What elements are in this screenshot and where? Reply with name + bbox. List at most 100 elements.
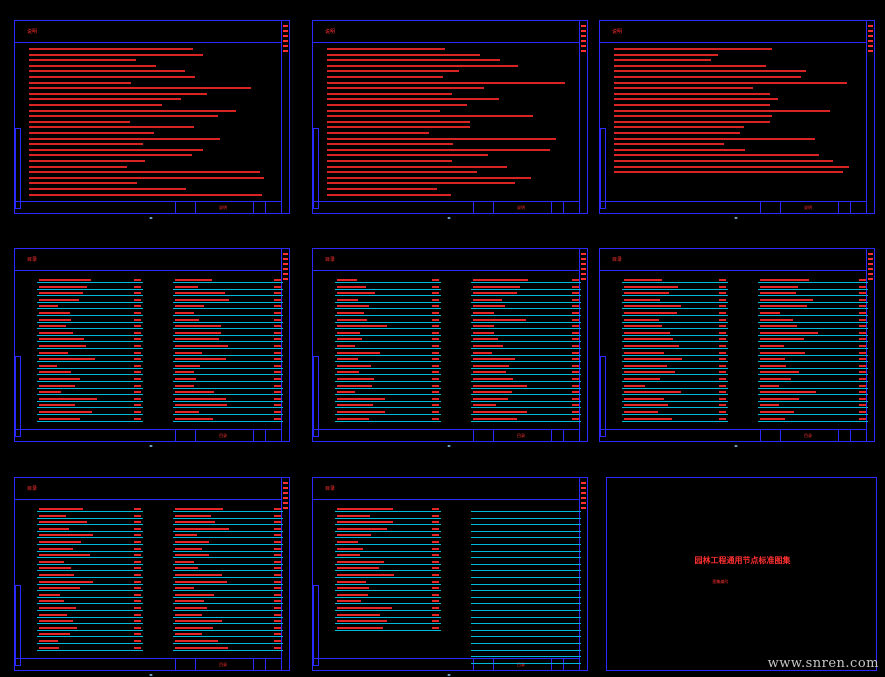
- table-row-rule: [622, 420, 728, 422]
- binding-strip: [313, 584, 319, 667]
- table-row-rule: [173, 544, 283, 545]
- table-row-rule: [173, 354, 283, 356]
- drawing-sheet[interactable]: 目录 目录: [312, 248, 588, 442]
- table-row-rule: [335, 282, 441, 283]
- text-line: [614, 87, 753, 90]
- drawing-sheet[interactable]: 目录 目录: [14, 477, 290, 671]
- sidebar-text: [868, 50, 873, 52]
- table-row-rule: [758, 354, 868, 356]
- table-row-rule: [335, 563, 441, 565]
- drawing-sheet[interactable]: 目录 目录: [14, 248, 290, 442]
- table-row-title: [337, 580, 367, 583]
- table-row-page: [719, 404, 726, 407]
- table-row-title: [175, 534, 198, 537]
- table-row-page: [274, 312, 281, 314]
- table-row-rule: [622, 315, 728, 316]
- drawing-sheet[interactable]: 目录 目录: [312, 477, 588, 671]
- text-line: [327, 53, 480, 56]
- table-row-rule: [471, 643, 581, 644]
- table-row-rule: [335, 511, 441, 512]
- table-row-page: [432, 325, 439, 328]
- table-row-title: [337, 587, 370, 590]
- text-line: [327, 132, 429, 134]
- table-row-page: [134, 411, 141, 413]
- table-row-rule: [173, 282, 283, 283]
- table-row-page: [572, 378, 579, 380]
- table-row-rule: [335, 334, 441, 336]
- table-row-page: [134, 593, 141, 596]
- table-row-rule: [335, 315, 441, 316]
- table-row-page: [134, 580, 141, 583]
- table-row-title: [39, 626, 78, 629]
- table-row-page: [432, 567, 439, 570]
- sidebar-text: [868, 40, 873, 42]
- footer-cell: [473, 430, 474, 441]
- table-row-page: [274, 633, 281, 636]
- text-line: [29, 98, 181, 101]
- table-row-page: [134, 292, 141, 295]
- text-line: [327, 48, 446, 50]
- table-row-rule: [335, 414, 441, 415]
- table-row-rule: [37, 649, 143, 651]
- table-row-page: [432, 411, 439, 413]
- table-row-page: [134, 541, 141, 543]
- drawing-sheet[interactable]: 目录 目录: [599, 248, 875, 442]
- drawing-sheet[interactable]: 说明 说明: [14, 20, 290, 214]
- table-row-title: [39, 633, 71, 636]
- text-line: [614, 70, 807, 73]
- footer-cell: [253, 202, 254, 213]
- text-line: [614, 115, 772, 118]
- table-row-page: [432, 626, 439, 629]
- table-row-rule: [471, 530, 581, 532]
- table-row-title: [175, 593, 215, 596]
- table-row-title: [624, 404, 669, 407]
- table-row-page: [274, 285, 281, 288]
- table-row-rule: [758, 414, 868, 415]
- table-row-title: [473, 345, 504, 347]
- table-row-rule: [622, 295, 728, 297]
- table-row-rule: [471, 400, 581, 402]
- table-row-rule: [622, 354, 728, 356]
- table-row-rule: [173, 643, 283, 644]
- table-row-rule: [173, 610, 283, 611]
- table-row-page: [432, 331, 439, 334]
- table-row-title: [175, 298, 229, 301]
- table-row-title: [175, 620, 223, 623]
- table-row-page: [134, 633, 141, 636]
- table-row-page: [719, 325, 726, 328]
- table-row-title: [337, 626, 384, 629]
- text-line: [29, 154, 193, 157]
- table-row-page: [572, 397, 579, 400]
- drawing-sheet[interactable]: 园林工程通用节点标准图集 图集编号: [606, 477, 877, 671]
- text-line: [29, 115, 218, 118]
- table-row-title: [175, 417, 213, 420]
- footer-cell: [175, 659, 176, 670]
- table-row-rule: [37, 524, 143, 526]
- table-row-page: [859, 404, 866, 407]
- table-row-rule: [37, 282, 143, 283]
- text-line: [29, 76, 195, 78]
- table-row-rule: [471, 367, 581, 369]
- table-row-title: [337, 567, 379, 570]
- drawing-sheet[interactable]: 说明 说明: [312, 20, 588, 214]
- cad-drawing-canvas[interactable]: 说明 说明 ◂▸ 说明 说明 ◂▸ 说明 说明 ◂▸ 目录 目录 ◂▸ 目录 目录 ◂▸ 目录 目录 ◂▸ 目录 目录…: [0, 0, 885, 677]
- text-line: [327, 154, 488, 157]
- table-row-title: [39, 279, 92, 281]
- table-row-rule: [37, 603, 143, 605]
- cover-subtitle: 图集编号: [712, 579, 729, 584]
- sheet-header: 目录: [15, 249, 281, 271]
- text-line: [327, 76, 443, 78]
- text-line: [29, 81, 131, 84]
- footer-cell: [175, 430, 176, 441]
- sheet-footer: 目录: [313, 658, 579, 670]
- drawing-sheet[interactable]: 说明 说明: [599, 20, 875, 214]
- table-row-page: [274, 521, 281, 524]
- sidebar-text: [283, 273, 288, 275]
- table-row-page: [719, 285, 726, 288]
- text-line: [614, 171, 844, 174]
- table-row-title: [39, 554, 91, 557]
- text-line: [614, 104, 770, 106]
- table-row-rule: [37, 550, 143, 552]
- table-row-rule: [622, 414, 728, 415]
- table-row-title: [337, 391, 356, 394]
